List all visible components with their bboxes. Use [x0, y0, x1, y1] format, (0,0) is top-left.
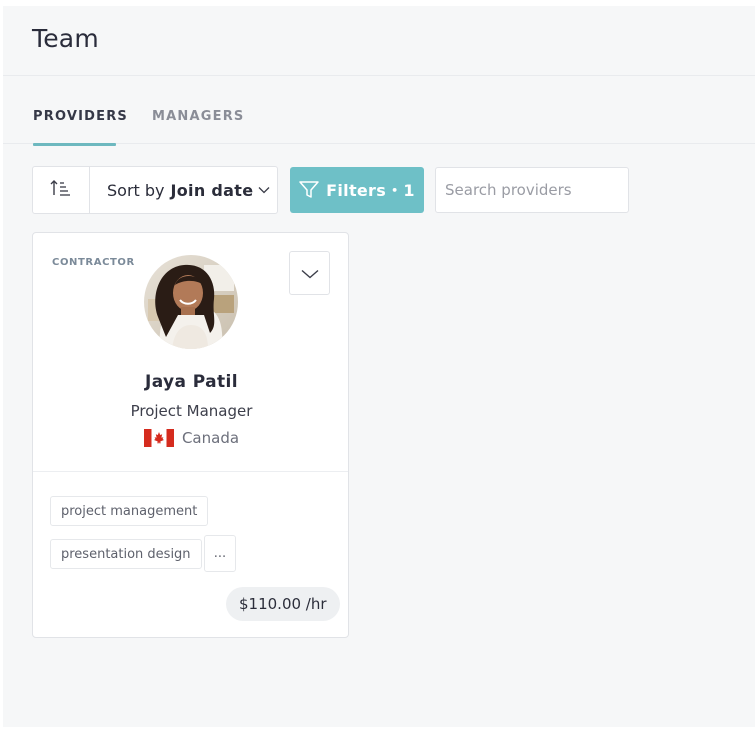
sort-by-dropdown[interactable]: Sort by Join date: [90, 167, 277, 213]
avatar: [144, 255, 238, 349]
canada-flag-icon: [143, 429, 174, 447]
card-divider: [33, 471, 348, 472]
provider-role: Project Manager: [130, 402, 253, 420]
sort-by-label: Sort by: [107, 180, 165, 200]
provider-location: Canada: [33, 429, 350, 447]
tab-providers[interactable]: PROVIDERS: [33, 109, 127, 146]
provider-card[interactable]: CONTRACTOR Jaya Patil Project Manager Ca…: [32, 232, 349, 638]
search-box: [435, 167, 629, 213]
tab-managers[interactable]: MANAGERS: [152, 109, 244, 144]
search-input[interactable]: [436, 168, 596, 212]
card-menu-button[interactable]: [289, 251, 330, 295]
tab-bar: PROVIDERS MANAGERS: [3, 76, 755, 146]
sort-by-value: Join date: [170, 180, 254, 200]
filters-label: Filters: [326, 180, 387, 200]
chevron-down-icon: [258, 186, 270, 194]
page-title: Team: [32, 24, 99, 53]
filters-button[interactable]: Filters • 1: [290, 167, 424, 213]
skill-tag[interactable]: presentation design: [50, 539, 202, 569]
filter-icon: [299, 181, 319, 199]
rate-badge: $110.00 /hr: [226, 587, 340, 621]
provider-type-badge: CONTRACTOR: [52, 257, 135, 268]
more-skills-button[interactable]: ...: [204, 535, 236, 572]
page-header: Team: [3, 6, 755, 76]
app: Team PROVIDERS MANAGERS Sort by Join dat…: [3, 6, 755, 727]
provider-name: Jaya Patil: [144, 372, 238, 392]
skill-tag[interactable]: project management: [50, 496, 209, 526]
sort-control: Sort by Join date: [32, 166, 278, 214]
filters-count: 1: [403, 180, 415, 200]
sort-direction-icon: [50, 178, 72, 202]
chevron-down-icon: [301, 264, 319, 283]
filters-separator: •: [391, 183, 399, 197]
provider-country: Canada: [181, 429, 240, 447]
sort-direction-button[interactable]: [33, 167, 90, 213]
